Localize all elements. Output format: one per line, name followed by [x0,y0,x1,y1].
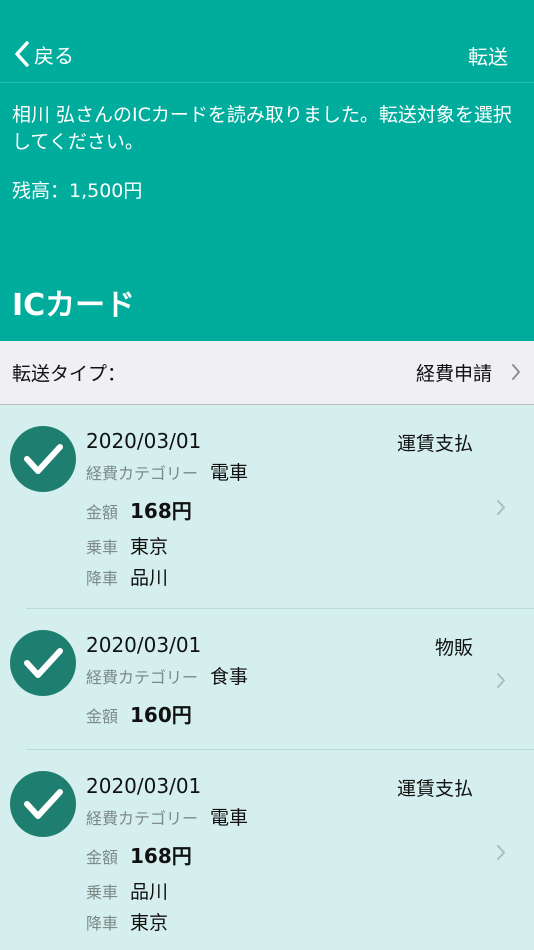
amount-label: 金額 [86,503,119,522]
category-row: 経費カテゴリー 食事 [86,662,248,689]
category-label: 経費カテゴリー [86,809,199,828]
alighting-row: 降車 東京 [86,908,168,935]
chevron-right-icon [497,845,505,860]
chevron-right-icon [512,364,520,380]
category-value: 電車 [210,807,249,829]
balance: 残高：1,500円 [12,180,143,202]
alighting-label: 降車 [86,569,119,588]
chevron-right-icon [497,673,505,688]
boarding-label: 乗車 [86,883,119,902]
checkmark-circle-icon[interactable] [10,426,76,492]
boarding-row: 乗車 品川 [86,877,168,904]
transaction-kind: 運賃支払 [396,433,473,455]
transfer-type-value: 経費申請 [415,363,492,385]
category-label: 経費カテゴリー [86,464,199,483]
alighting-row: 降車 品川 [86,563,168,590]
alighting-value: 東京 [130,912,169,934]
boarding-value: 品川 [130,881,169,903]
transaction-date: 2020/03/01 [86,774,202,798]
checkmark-circle-icon[interactable] [10,630,76,696]
back-button[interactable]: 戻る [14,38,74,70]
amount-row: 金額 160円 [86,699,192,728]
transaction-kind: 運賃支払 [396,778,473,800]
transfer-type-label: 転送タイプ： [12,363,127,385]
transfer-type-row[interactable]: 転送タイプ： 経費申請 [0,341,534,405]
amount-row: 金額 168円 [86,495,192,524]
amount-value: 160円 [130,703,192,727]
transaction-date: 2020/03/01 [86,429,202,453]
transaction-kind: 物販 [434,637,473,659]
chevron-right-icon [497,500,505,515]
transaction-date: 2020/03/01 [86,633,202,657]
amount-label: 金額 [86,707,119,726]
transaction-item[interactable]: 2020/03/01 物販 経費カテゴリー 食事 金額 160円 [0,609,534,750]
amount-value: 168円 [130,844,192,868]
amount-value: 168円 [130,499,192,523]
category-label: 経費カテゴリー [86,668,199,687]
category-value: 食事 [210,666,249,688]
boarding-value: 東京 [130,536,169,558]
checkmark-circle-icon[interactable] [10,771,76,837]
amount-label: 金額 [86,848,119,867]
category-value: 電車 [210,462,249,484]
transaction-item[interactable]: 2020/03/01 運賃支払 経費カテゴリー 電車 金額 168円 乗車 品川… [0,750,534,950]
chevron-left-icon [15,41,29,67]
amount-row: 金額 168円 [86,840,192,869]
section-title: ICカード [12,288,136,323]
back-label: 戻る [34,43,74,68]
read-message: 相川 弘さんのICカードを読み取りました。転送対象を選択してください。 [12,104,512,153]
category-row: 経費カテゴリー 電車 [86,458,248,485]
category-row: 経費カテゴリー 電車 [86,803,248,830]
alighting-label: 降車 [86,914,119,933]
transfer-button[interactable]: 転送 [468,41,508,70]
navigation-bar: 戻る 転送 [0,0,534,83]
transaction-item[interactable]: 2020/03/01 運賃支払 経費カテゴリー 電車 金額 168円 乗車 東京… [0,405,534,609]
boarding-row: 乗車 東京 [86,532,168,559]
alighting-value: 品川 [130,567,169,589]
header: 戻る 転送 相川 弘さんのICカードを読み取りました。転送対象を選択してください… [0,0,534,341]
boarding-label: 乗車 [86,538,119,557]
